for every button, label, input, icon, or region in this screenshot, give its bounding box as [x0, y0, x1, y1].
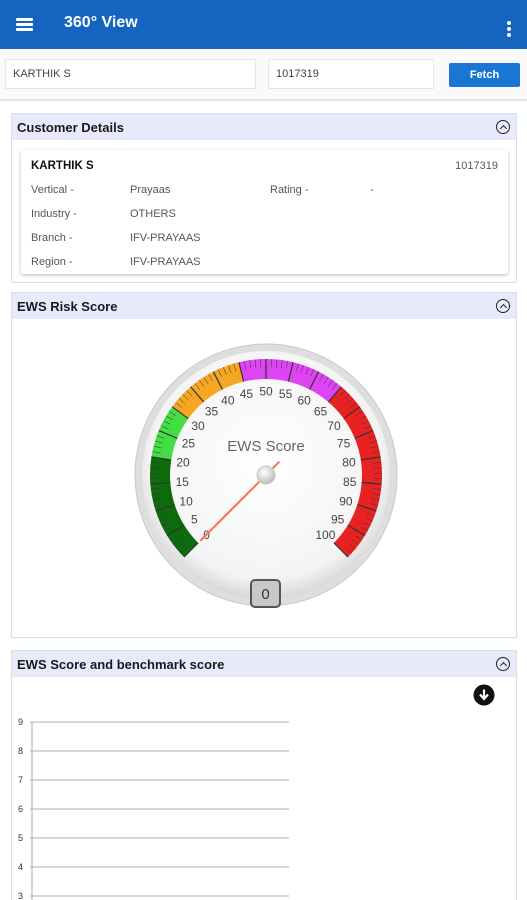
customer-id-field[interactable] — [268, 59, 434, 89]
y-tick-label: 6 — [18, 804, 23, 814]
panel-title: EWS Risk Score — [17, 299, 118, 314]
panel-header: Customer Details — [12, 114, 516, 140]
more-options-icon[interactable] — [501, 15, 517, 37]
region-value: IFV-PRAYAAS — [130, 256, 201, 268]
y-tick-label: 5 — [18, 833, 23, 843]
gauge-hub — [256, 465, 276, 485]
ews-risk-score-panel: EWS Risk Score 0 5 10 15 20 25 303540 45 50 55 606… — [11, 292, 517, 638]
branch-label: Branch - — [31, 232, 73, 244]
menu-icon[interactable] — [14, 13, 36, 35]
gauge-tick-label: 20 — [176, 455, 190, 469]
gauge-tick-label: 80 — [342, 455, 356, 469]
y-tick-label: 4 — [18, 862, 23, 872]
gauge-tick-label: 45 — [240, 387, 254, 401]
gauge-tick-label: 85 — [343, 475, 357, 489]
gauge-tick-label: 70 — [327, 419, 341, 433]
gauge-tick-label: 75 — [337, 436, 351, 450]
y-tick-label: 8 — [18, 746, 23, 756]
vertical-value: Prayaas — [130, 184, 171, 196]
collapse-icon[interactable] — [496, 657, 510, 671]
y-tick-label: 3 — [18, 891, 23, 900]
region-label: Region - — [31, 256, 73, 268]
app-title: 360° View — [64, 14, 138, 31]
gauge-title: EWS Score — [227, 438, 305, 455]
panel-title: EWS Score and benchmark score — [17, 657, 225, 672]
gauge-tick-label: 5 — [191, 512, 198, 526]
y-tick-label: 9 — [18, 717, 23, 727]
ews-score-gauge: 0 5 10 15 20 25 303540 45 50 55 606570 75 80 85 90 95 10… — [134, 343, 398, 608]
gauge-tick-label: 100 — [315, 528, 335, 542]
rating-label: Rating - — [270, 184, 309, 196]
industry-label: Industry - — [31, 208, 77, 220]
search-bar: Fetch — [0, 49, 527, 101]
collapse-icon[interactable] — [496, 120, 510, 134]
gauge-tick-label: 60 — [297, 394, 311, 408]
app-bar: 360° View — [0, 0, 527, 49]
customer-card: KARTHIK S 1017319 Vertical - Prayaas Rat… — [21, 150, 508, 274]
ews-benchmark-panel: EWS Score and benchmark score 9 8 7 6 5 4 3 — [11, 650, 517, 900]
panel-header: EWS Risk Score — [12, 293, 516, 319]
gauge-tick-label: 40 — [221, 394, 235, 408]
industry-value: OTHERS — [130, 208, 176, 220]
gauge-tick-label: 95 — [331, 512, 345, 526]
gauge-tick-label: 55 — [279, 387, 293, 401]
collapse-icon[interactable] — [496, 299, 510, 313]
gauge-tick-label: 25 — [182, 436, 196, 450]
gauge-tick-label: 65 — [314, 405, 328, 419]
benchmark-chart: 9 8 7 6 5 4 3 — [18, 717, 289, 900]
customer-details-panel: Customer Details KARTHIK S 1017319 Verti… — [11, 113, 517, 283]
panel-title: Customer Details — [17, 120, 124, 135]
customer-id: 1017319 — [455, 160, 498, 172]
customer-name-field[interactable] — [5, 59, 256, 89]
customer-name: KARTHIK S — [31, 160, 94, 172]
rating-value: - — [370, 184, 374, 196]
gauge-tick-label: 10 — [179, 494, 193, 508]
vertical-label: Vertical - — [31, 184, 74, 196]
gauge-tick-label: 90 — [339, 494, 353, 508]
panel-header: EWS Score and benchmark score — [12, 651, 516, 677]
y-tick-label: 7 — [18, 775, 23, 785]
fetch-button[interactable]: Fetch — [449, 63, 520, 87]
branch-value: IFV-PRAYAAS — [130, 232, 201, 244]
gauge-tick-label: 15 — [176, 475, 190, 489]
gauge-tick-label: 30 — [191, 419, 205, 433]
gauge-tick-label: 35 — [205, 405, 219, 419]
gauge-tick-label: 50 — [259, 385, 273, 399]
gauge-value-label: 0 — [261, 586, 269, 603]
